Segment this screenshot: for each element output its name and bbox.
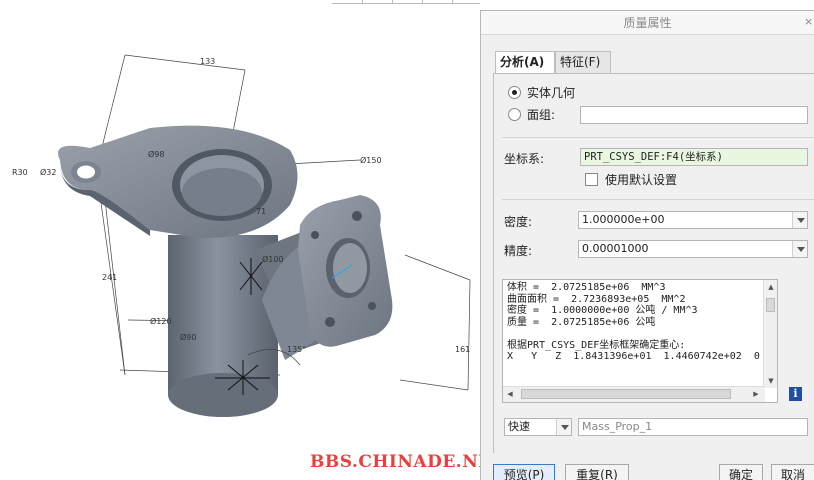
precision-value: 0.00001000 xyxy=(582,242,649,255)
solid-geometry-radio[interactable] xyxy=(508,86,521,99)
dim-d100: Ø100 xyxy=(262,254,284,264)
results-textarea[interactable]: 体积 = 2.0725185e+06 MM^3 曲面面积 = 2.7236893… xyxy=(502,279,778,403)
mode-value: 快速 xyxy=(508,420,530,433)
mode-combo[interactable]: 快速 xyxy=(504,418,572,436)
quilt-label: 面组: xyxy=(527,108,556,122)
dim-r30: R30 xyxy=(12,168,28,177)
analysis-panel: 实体几何 面组: 坐标系: PRT_CSYS_DEF:F4(坐标系) 使用默认设… xyxy=(493,73,814,453)
chevron-down-icon[interactable] xyxy=(792,241,807,257)
chevron-down-icon[interactable] xyxy=(556,419,571,435)
dim-d90: Ø90 xyxy=(180,332,196,342)
dim-241: 241 xyxy=(102,273,117,282)
separator xyxy=(502,199,814,200)
repeat-button[interactable]: 重复(R) xyxy=(565,464,629,480)
part-model-svg: 133 R30 Ø32 Ø98 Ø150 241 Ø120 Ø90 Ø100 1… xyxy=(12,54,471,417)
model-viewport[interactable]: 133 R30 Ø32 Ø98 Ø150 241 Ø120 Ø90 Ø100 1… xyxy=(0,0,504,480)
quilt-field[interactable] xyxy=(580,106,808,124)
density-combo[interactable]: 1.000000e+00 xyxy=(578,211,808,229)
scroll-thumb[interactable] xyxy=(766,298,775,312)
separator xyxy=(502,137,814,138)
use-default-label: 使用默认设置 xyxy=(605,173,678,187)
precision-combo[interactable]: 0.00001000 xyxy=(578,240,808,258)
dim-135: 135° xyxy=(287,345,306,354)
watermark: BBS.CHINADE.NET xyxy=(310,452,505,472)
dim-d32: Ø32 xyxy=(40,167,56,177)
cancel-button[interactable]: 取消 xyxy=(771,464,814,480)
results-text: 体积 = 2.0725185e+06 MM^3 曲面面积 = 2.7236893… xyxy=(507,282,760,362)
dialog-title: 质量属性 xyxy=(481,11,814,35)
ok-button[interactable]: 确定 xyxy=(719,464,763,480)
quilt-radio[interactable] xyxy=(508,108,521,121)
density-value: 1.000000e+00 xyxy=(582,213,665,226)
tab-feature[interactable]: 特征(F) xyxy=(555,51,611,73)
chevron-down-icon[interactable] xyxy=(792,212,807,228)
name-field[interactable]: Mass_Prop_1 xyxy=(578,418,808,436)
scroll-up-icon[interactable]: ▲ xyxy=(764,280,777,294)
dim-d98: Ø98 xyxy=(148,149,164,159)
info-icon[interactable]: i xyxy=(789,387,802,401)
mass-properties-dialog: 质量属性 × 分析(A) 特征(F) 实体几何 面组: 坐标系: PRT_CSY… xyxy=(480,10,814,480)
scroll-thumb[interactable] xyxy=(521,389,731,399)
dim-133: 133 xyxy=(200,57,215,66)
scroll-down-icon[interactable]: ▼ xyxy=(764,374,777,388)
scroll-left-icon[interactable]: ◀ xyxy=(503,387,517,401)
small-hole xyxy=(77,165,95,179)
close-icon[interactable]: × xyxy=(804,13,813,31)
use-default-checkbox[interactable] xyxy=(585,173,598,186)
dim-d120: Ø120 xyxy=(150,316,172,326)
csys-label: 坐标系: xyxy=(504,152,545,166)
dim-d150: Ø150 xyxy=(360,155,382,165)
dim-71: 71 xyxy=(256,207,266,216)
tab-analysis[interactable]: 分析(A) xyxy=(495,51,555,74)
csys-field[interactable]: PRT_CSYS_DEF:F4(坐标系) xyxy=(580,148,808,166)
preview-button[interactable]: 预览(P) xyxy=(493,464,555,480)
solid-geometry-label: 实体几何 xyxy=(527,86,576,100)
scroll-right-icon[interactable]: ▶ xyxy=(749,387,763,401)
dim-161: 161 xyxy=(455,345,470,354)
density-label: 密度: xyxy=(504,215,533,229)
vertical-scrollbar[interactable]: ▲ ▼ xyxy=(763,280,777,388)
horizontal-scrollbar[interactable]: ◀ ▶ xyxy=(503,386,765,402)
precision-label: 精度: xyxy=(504,244,533,258)
